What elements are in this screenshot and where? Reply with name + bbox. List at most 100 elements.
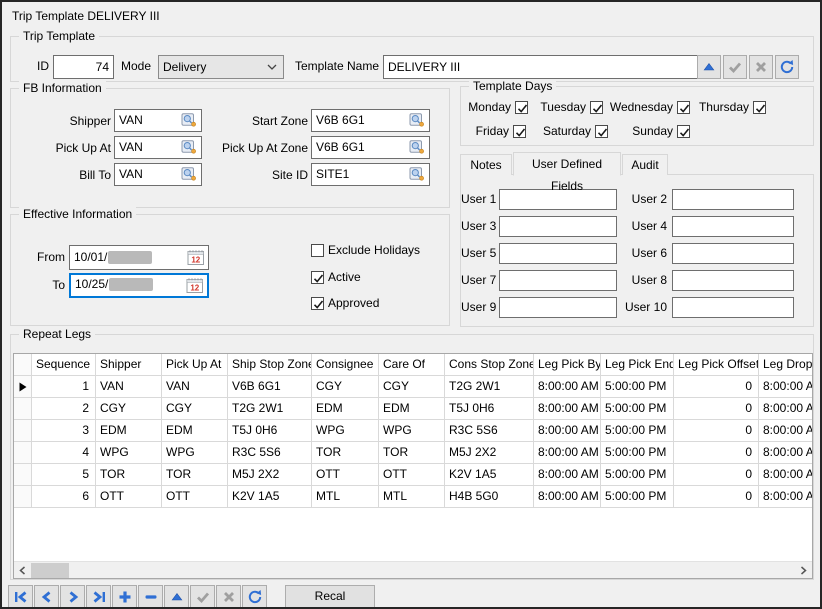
cancel-button[interactable] bbox=[749, 55, 773, 79]
column-header-ship-stop-zone[interactable]: Ship Stop Zone bbox=[228, 354, 312, 376]
table-row[interactable]: 6OTTOTTK2V 1A5MTLMTLH4B 5G08:00:00 AM5:0… bbox=[14, 486, 812, 508]
user-10-field[interactable] bbox=[672, 297, 794, 318]
cell-care-of[interactable]: CGY bbox=[379, 376, 445, 398]
to-date-field[interactable]: 10/25/ 12 bbox=[69, 273, 209, 298]
user-7-field[interactable] bbox=[499, 270, 617, 291]
cell-ship-stop-zone[interactable]: V6B 6G1 bbox=[228, 376, 312, 398]
cell-pick-up-at[interactable]: TOR bbox=[162, 464, 228, 486]
cell-leg-pick-by[interactable]: 8:00:00 AM bbox=[534, 398, 601, 420]
cell-leg-drop-by[interactable]: 8:00:00 AM bbox=[759, 420, 813, 442]
cell-shipper[interactable]: WPG bbox=[96, 442, 162, 464]
accept-button[interactable] bbox=[190, 585, 215, 608]
row-selector[interactable] bbox=[14, 464, 32, 486]
cell-leg-pick-by[interactable]: 8:00:00 AM bbox=[534, 442, 601, 464]
cell-pick-up-at[interactable]: CGY bbox=[162, 398, 228, 420]
cell-care-of[interactable]: EDM bbox=[379, 398, 445, 420]
cell-leg-pick-offset[interactable]: 0 bbox=[674, 398, 759, 420]
cell-leg-drop-by[interactable]: 8:00:00 AM bbox=[759, 442, 813, 464]
lookup-icon[interactable] bbox=[409, 167, 426, 186]
user-3-field[interactable] bbox=[499, 216, 617, 237]
first-record-button[interactable] bbox=[8, 585, 33, 608]
cell-shipper[interactable]: VAN bbox=[96, 376, 162, 398]
cell-sequence[interactable]: 6 bbox=[32, 486, 96, 508]
exclude-holidays-checkbox[interactable] bbox=[311, 244, 324, 257]
cell-leg-pick-offset[interactable]: 0 bbox=[674, 420, 759, 442]
cell-care-of[interactable]: OTT bbox=[379, 464, 445, 486]
active-checkbox[interactable] bbox=[311, 271, 324, 284]
from-date-field[interactable]: 10/01/ 12 bbox=[69, 245, 209, 270]
column-header-leg-pick-by[interactable]: Leg Pick By bbox=[534, 354, 601, 376]
lookup-icon[interactable] bbox=[409, 140, 426, 159]
cell-leg-pick-offset[interactable]: 0 bbox=[674, 464, 759, 486]
cell-ship-stop-zone[interactable]: T2G 2W1 bbox=[228, 398, 312, 420]
column-header-shipper[interactable]: Shipper bbox=[96, 354, 162, 376]
table-row[interactable]: 4WPGWPGR3C 5S6TORTORM5J 2X28:00:00 AM5:0… bbox=[14, 442, 812, 464]
cell-leg-drop-by[interactable]: 8:00:00 AM bbox=[759, 464, 813, 486]
id-field[interactable]: 74 bbox=[53, 55, 114, 79]
day-thursday-checkbox[interactable] bbox=[753, 101, 766, 114]
cell-shipper[interactable]: OTT bbox=[96, 486, 162, 508]
recal-distances-button[interactable]: Recal Distances bbox=[285, 585, 375, 608]
lookup-icon[interactable] bbox=[409, 113, 426, 132]
row-selector[interactable] bbox=[14, 486, 32, 508]
cell-consignee[interactable]: CGY bbox=[312, 376, 379, 398]
cell-cons-stop-zone[interactable]: T5J 0H6 bbox=[445, 398, 534, 420]
cell-leg-pick-end[interactable]: 5:00:00 PM bbox=[601, 376, 674, 398]
last-record-button[interactable] bbox=[86, 585, 111, 608]
user-2-field[interactable] bbox=[672, 189, 794, 210]
column-header-leg-pick-end[interactable]: Leg Pick End bbox=[601, 354, 674, 376]
accept-button[interactable] bbox=[723, 55, 747, 79]
row-selector[interactable] bbox=[14, 420, 32, 442]
cell-leg-pick-end[interactable]: 5:00:00 PM bbox=[601, 486, 674, 508]
scroll-left-icon[interactable] bbox=[14, 562, 31, 578]
day-friday-checkbox[interactable] bbox=[513, 125, 526, 138]
cell-leg-pick-by[interactable]: 8:00:00 AM bbox=[534, 464, 601, 486]
table-row[interactable]: 2CGYCGYT2G 2W1EDMEDMT5J 0H68:00:00 AM5:0… bbox=[14, 398, 812, 420]
day-sunday-checkbox[interactable] bbox=[677, 125, 690, 138]
calendar-icon[interactable]: 12 bbox=[187, 249, 205, 270]
cell-leg-drop-by[interactable]: 8:00:00 AM bbox=[759, 376, 813, 398]
cell-leg-pick-offset[interactable]: 0 bbox=[674, 376, 759, 398]
tab-user-defined-fields[interactable]: User Defined Fields bbox=[513, 152, 621, 176]
table-row[interactable]: 5TORTORM5J 2X2OTTOTTK2V 1A58:00:00 AM5:0… bbox=[14, 464, 812, 486]
user-9-field[interactable] bbox=[499, 297, 617, 318]
day-monday-checkbox[interactable] bbox=[515, 101, 528, 114]
table-row[interactable]: 1VANVANV6B 6G1CGYCGYT2G 2W18:00:00 AM5:0… bbox=[14, 376, 812, 398]
cell-leg-pick-end[interactable]: 5:00:00 PM bbox=[601, 420, 674, 442]
cell-leg-drop-by[interactable]: 8:00:00 AM bbox=[759, 486, 813, 508]
user-5-field[interactable] bbox=[499, 243, 617, 264]
column-header-leg-pick-offset[interactable]: Leg Pick Offset bbox=[674, 354, 759, 376]
cell-shipper[interactable]: CGY bbox=[96, 398, 162, 420]
cell-consignee[interactable]: TOR bbox=[312, 442, 379, 464]
user-8-field[interactable] bbox=[672, 270, 794, 291]
cell-sequence[interactable]: 3 bbox=[32, 420, 96, 442]
cell-pick-up-at[interactable]: OTT bbox=[162, 486, 228, 508]
cell-leg-pick-end[interactable]: 5:00:00 PM bbox=[601, 464, 674, 486]
approved-checkbox[interactable] bbox=[311, 297, 324, 310]
scroll-right-icon[interactable] bbox=[795, 562, 812, 578]
scrollbar-thumb[interactable] bbox=[31, 563, 69, 578]
cell-pick-up-at[interactable]: WPG bbox=[162, 442, 228, 464]
cell-cons-stop-zone[interactable]: K2V 1A5 bbox=[445, 464, 534, 486]
cell-leg-pick-by[interactable]: 8:00:00 AM bbox=[534, 486, 601, 508]
cell-leg-pick-offset[interactable]: 0 bbox=[674, 442, 759, 464]
cancel-button[interactable] bbox=[216, 585, 241, 608]
template-name-field[interactable]: DELIVERY III bbox=[383, 55, 700, 79]
cell-sequence[interactable]: 4 bbox=[32, 442, 96, 464]
cell-shipper[interactable]: EDM bbox=[96, 420, 162, 442]
cell-shipper[interactable]: TOR bbox=[96, 464, 162, 486]
calendar-icon[interactable]: 12 bbox=[186, 277, 204, 298]
add-record-button[interactable] bbox=[112, 585, 137, 608]
cell-leg-pick-end[interactable]: 5:00:00 PM bbox=[601, 398, 674, 420]
site-id-field[interactable]: SITE1 bbox=[311, 163, 430, 186]
tab-audit[interactable]: Audit bbox=[622, 154, 668, 175]
cell-consignee[interactable]: OTT bbox=[312, 464, 379, 486]
cell-leg-pick-end[interactable]: 5:00:00 PM bbox=[601, 442, 674, 464]
column-header-cons-stop-zone[interactable]: Cons Stop Zone bbox=[445, 354, 534, 376]
column-header-sequence[interactable]: Sequence bbox=[32, 354, 96, 376]
cell-leg-drop-by[interactable]: 8:00:00 AM bbox=[759, 398, 813, 420]
day-saturday-checkbox[interactable] bbox=[595, 125, 608, 138]
cell-care-of[interactable]: MTL bbox=[379, 486, 445, 508]
column-header-care-of[interactable]: Care Of bbox=[379, 354, 445, 376]
column-header-consignee[interactable]: Consignee bbox=[312, 354, 379, 376]
